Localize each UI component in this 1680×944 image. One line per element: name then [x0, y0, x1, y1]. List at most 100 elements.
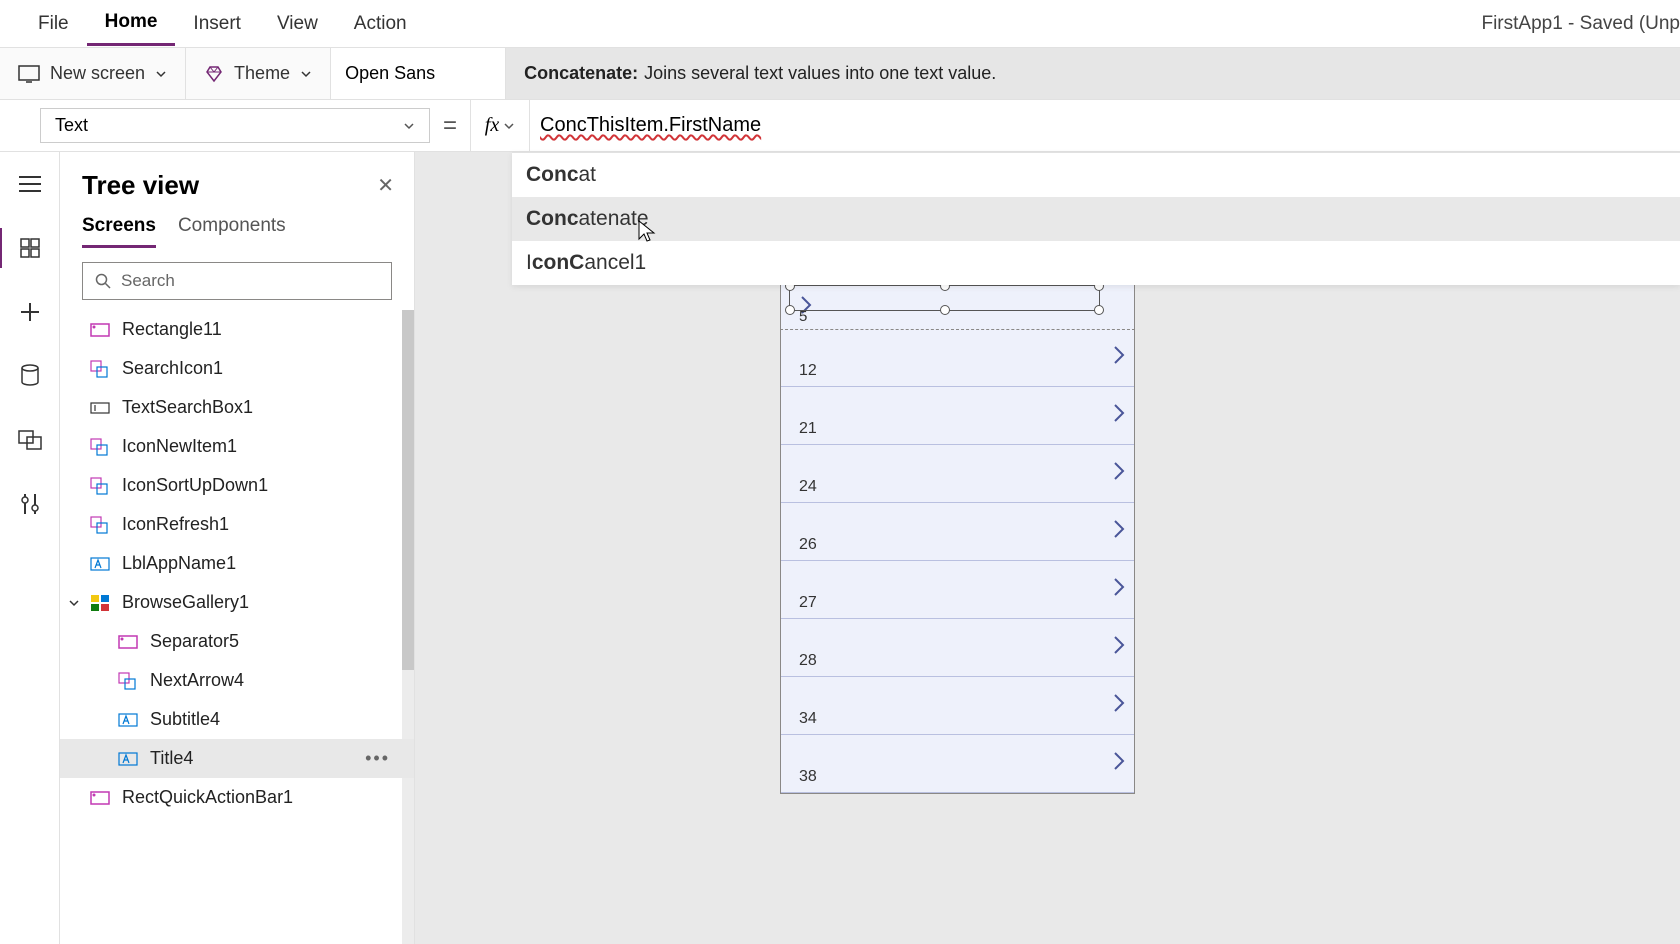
- chevron-right-icon[interactable]: [1112, 750, 1126, 772]
- gallery-row[interactable]: 27: [781, 561, 1134, 619]
- panel-tabs: Screens Components: [60, 209, 414, 248]
- tools-icon[interactable]: [16, 490, 44, 518]
- tree-item-lblappname1[interactable]: LblAppName1: [60, 544, 414, 583]
- font-selector[interactable]: Open Sans: [331, 48, 506, 99]
- fx-button[interactable]: fx: [470, 100, 530, 151]
- gallery-icon: [90, 593, 110, 613]
- fx-icon: fx: [485, 114, 499, 137]
- tree-item-iconrefresh1[interactable]: IconRefresh1: [60, 505, 414, 544]
- tree-item-label: LblAppName1: [122, 553, 236, 574]
- chevron-right-icon[interactable]: [1112, 692, 1126, 714]
- textbox-icon: [90, 398, 110, 418]
- menu-home[interactable]: Home: [87, 1, 176, 46]
- group-icon: [90, 437, 110, 457]
- rect-icon: [90, 320, 110, 340]
- tree-item-label: Rectangle11: [122, 319, 222, 340]
- tree-item-rectquickactionbar1[interactable]: RectQuickActionBar1: [60, 778, 414, 817]
- tree-item-iconnewitem1[interactable]: IconNewItem1: [60, 427, 414, 466]
- app-title: FirstApp1 - Saved (Unp: [1481, 0, 1680, 48]
- intellisense-item[interactable]: Concatenate: [512, 197, 1680, 241]
- tree-item-iconsortupdown1[interactable]: IconSortUpDown1: [60, 466, 414, 505]
- tree-item-title4[interactable]: Title4 •••: [60, 739, 414, 778]
- hamburger-icon[interactable]: [16, 170, 44, 198]
- tree-item-textsearchbox1[interactable]: TextSearchBox1: [60, 388, 414, 427]
- menu-view[interactable]: View: [259, 3, 336, 45]
- gallery-preview[interactable]: 5 12 21 24 26 27 28 34 38: [780, 280, 1135, 794]
- group-icon: [118, 671, 138, 691]
- chevron-right-icon[interactable]: [1112, 460, 1126, 482]
- property-selector[interactable]: Text: [40, 108, 430, 143]
- tree-item-rectangle11[interactable]: Rectangle11: [60, 310, 414, 349]
- menu-action[interactable]: Action: [336, 3, 425, 45]
- screen-icon: [18, 65, 40, 83]
- tree-item-label: IconNewItem1: [122, 436, 237, 457]
- tab-screens[interactable]: Screens: [82, 215, 156, 248]
- row-value: 26: [799, 536, 817, 554]
- plus-icon[interactable]: [16, 298, 44, 326]
- tab-components[interactable]: Components: [178, 215, 286, 248]
- formula-input[interactable]: ConcThisItem.FirstName: [530, 100, 1680, 151]
- tree-item-label: BrowseGallery1: [122, 592, 249, 613]
- caret-down-icon[interactable]: [68, 597, 80, 609]
- tree-view-icon[interactable]: [16, 234, 44, 262]
- database-icon[interactable]: [16, 362, 44, 390]
- chevron-right-icon[interactable]: [1112, 576, 1126, 598]
- tooltip-desc: Joins several text values into one text …: [644, 63, 996, 84]
- tooltip-name: Concatenate:: [524, 63, 638, 84]
- panel-title: Tree view: [82, 170, 199, 201]
- gallery-row[interactable]: 34: [781, 677, 1134, 735]
- search-input[interactable]: Search: [82, 262, 392, 300]
- gallery-row[interactable]: 38: [781, 735, 1134, 793]
- theme-button[interactable]: Theme: [186, 48, 331, 99]
- gallery-row[interactable]: 28: [781, 619, 1134, 677]
- rect-icon: [118, 632, 138, 652]
- gallery-row[interactable]: 24: [781, 445, 1134, 503]
- gallery-row[interactable]: 26: [781, 503, 1134, 561]
- row-value: 24: [799, 478, 817, 496]
- property-value: Text: [55, 115, 88, 136]
- row-value: 34: [799, 710, 817, 728]
- toolbar: New screen Theme Open Sans Concatenate: …: [0, 48, 1680, 100]
- menu-bar: File Home Insert View Action FirstApp1 -…: [0, 0, 1680, 48]
- tree-item-label: SearchIcon1: [122, 358, 223, 379]
- mouse-cursor: [638, 220, 656, 244]
- chevron-right-icon[interactable]: [1112, 344, 1126, 366]
- tree-item-subtitle4[interactable]: Subtitle4: [60, 700, 414, 739]
- close-icon[interactable]: ✕: [377, 173, 394, 198]
- tree-item-label: Separator5: [150, 631, 239, 652]
- tree-item-nextarrow4[interactable]: NextArrow4: [60, 661, 414, 700]
- label-icon: [118, 749, 138, 769]
- chevron-down-icon: [155, 68, 167, 80]
- tree-item-separator5[interactable]: Separator5: [60, 622, 414, 661]
- gallery-row[interactable]: 12: [781, 329, 1134, 387]
- selection-box[interactable]: [789, 285, 1100, 311]
- tree-item-label: RectQuickActionBar1: [122, 787, 293, 808]
- intellisense-item[interactable]: IconCancel1: [512, 241, 1680, 285]
- tree-item-label: TextSearchBox1: [122, 397, 253, 418]
- group-icon: [90, 476, 110, 496]
- chevron-right-icon[interactable]: [1112, 518, 1126, 540]
- label-icon: [118, 710, 138, 730]
- more-icon[interactable]: •••: [365, 748, 402, 769]
- chevron-right-icon[interactable]: [1112, 402, 1126, 424]
- intellisense-item[interactable]: Concat: [512, 153, 1680, 197]
- gallery-row[interactable]: 21: [781, 387, 1134, 445]
- row-value: 21: [799, 420, 817, 438]
- new-screen-label: New screen: [50, 63, 145, 84]
- tree-item-label: Title4: [150, 748, 193, 769]
- menu-file[interactable]: File: [20, 3, 87, 45]
- row-value: 5: [799, 308, 807, 325]
- chevron-right-icon[interactable]: [1112, 634, 1126, 656]
- tree-item-searchicon1[interactable]: SearchIcon1: [60, 349, 414, 388]
- group-icon: [90, 359, 110, 379]
- media-icon[interactable]: [16, 426, 44, 454]
- function-tooltip: Concatenate: Joins several text values i…: [506, 48, 1680, 99]
- new-screen-button[interactable]: New screen: [0, 48, 186, 99]
- menu-insert[interactable]: Insert: [175, 3, 259, 45]
- gallery-row[interactable]: 5: [780, 280, 1135, 330]
- equals-sign: =: [430, 100, 470, 151]
- theme-label: Theme: [234, 63, 290, 84]
- search-placeholder: Search: [121, 271, 175, 291]
- tree-item-browsegallery1[interactable]: BrowseGallery1: [60, 583, 414, 622]
- row-value: 28: [799, 652, 817, 670]
